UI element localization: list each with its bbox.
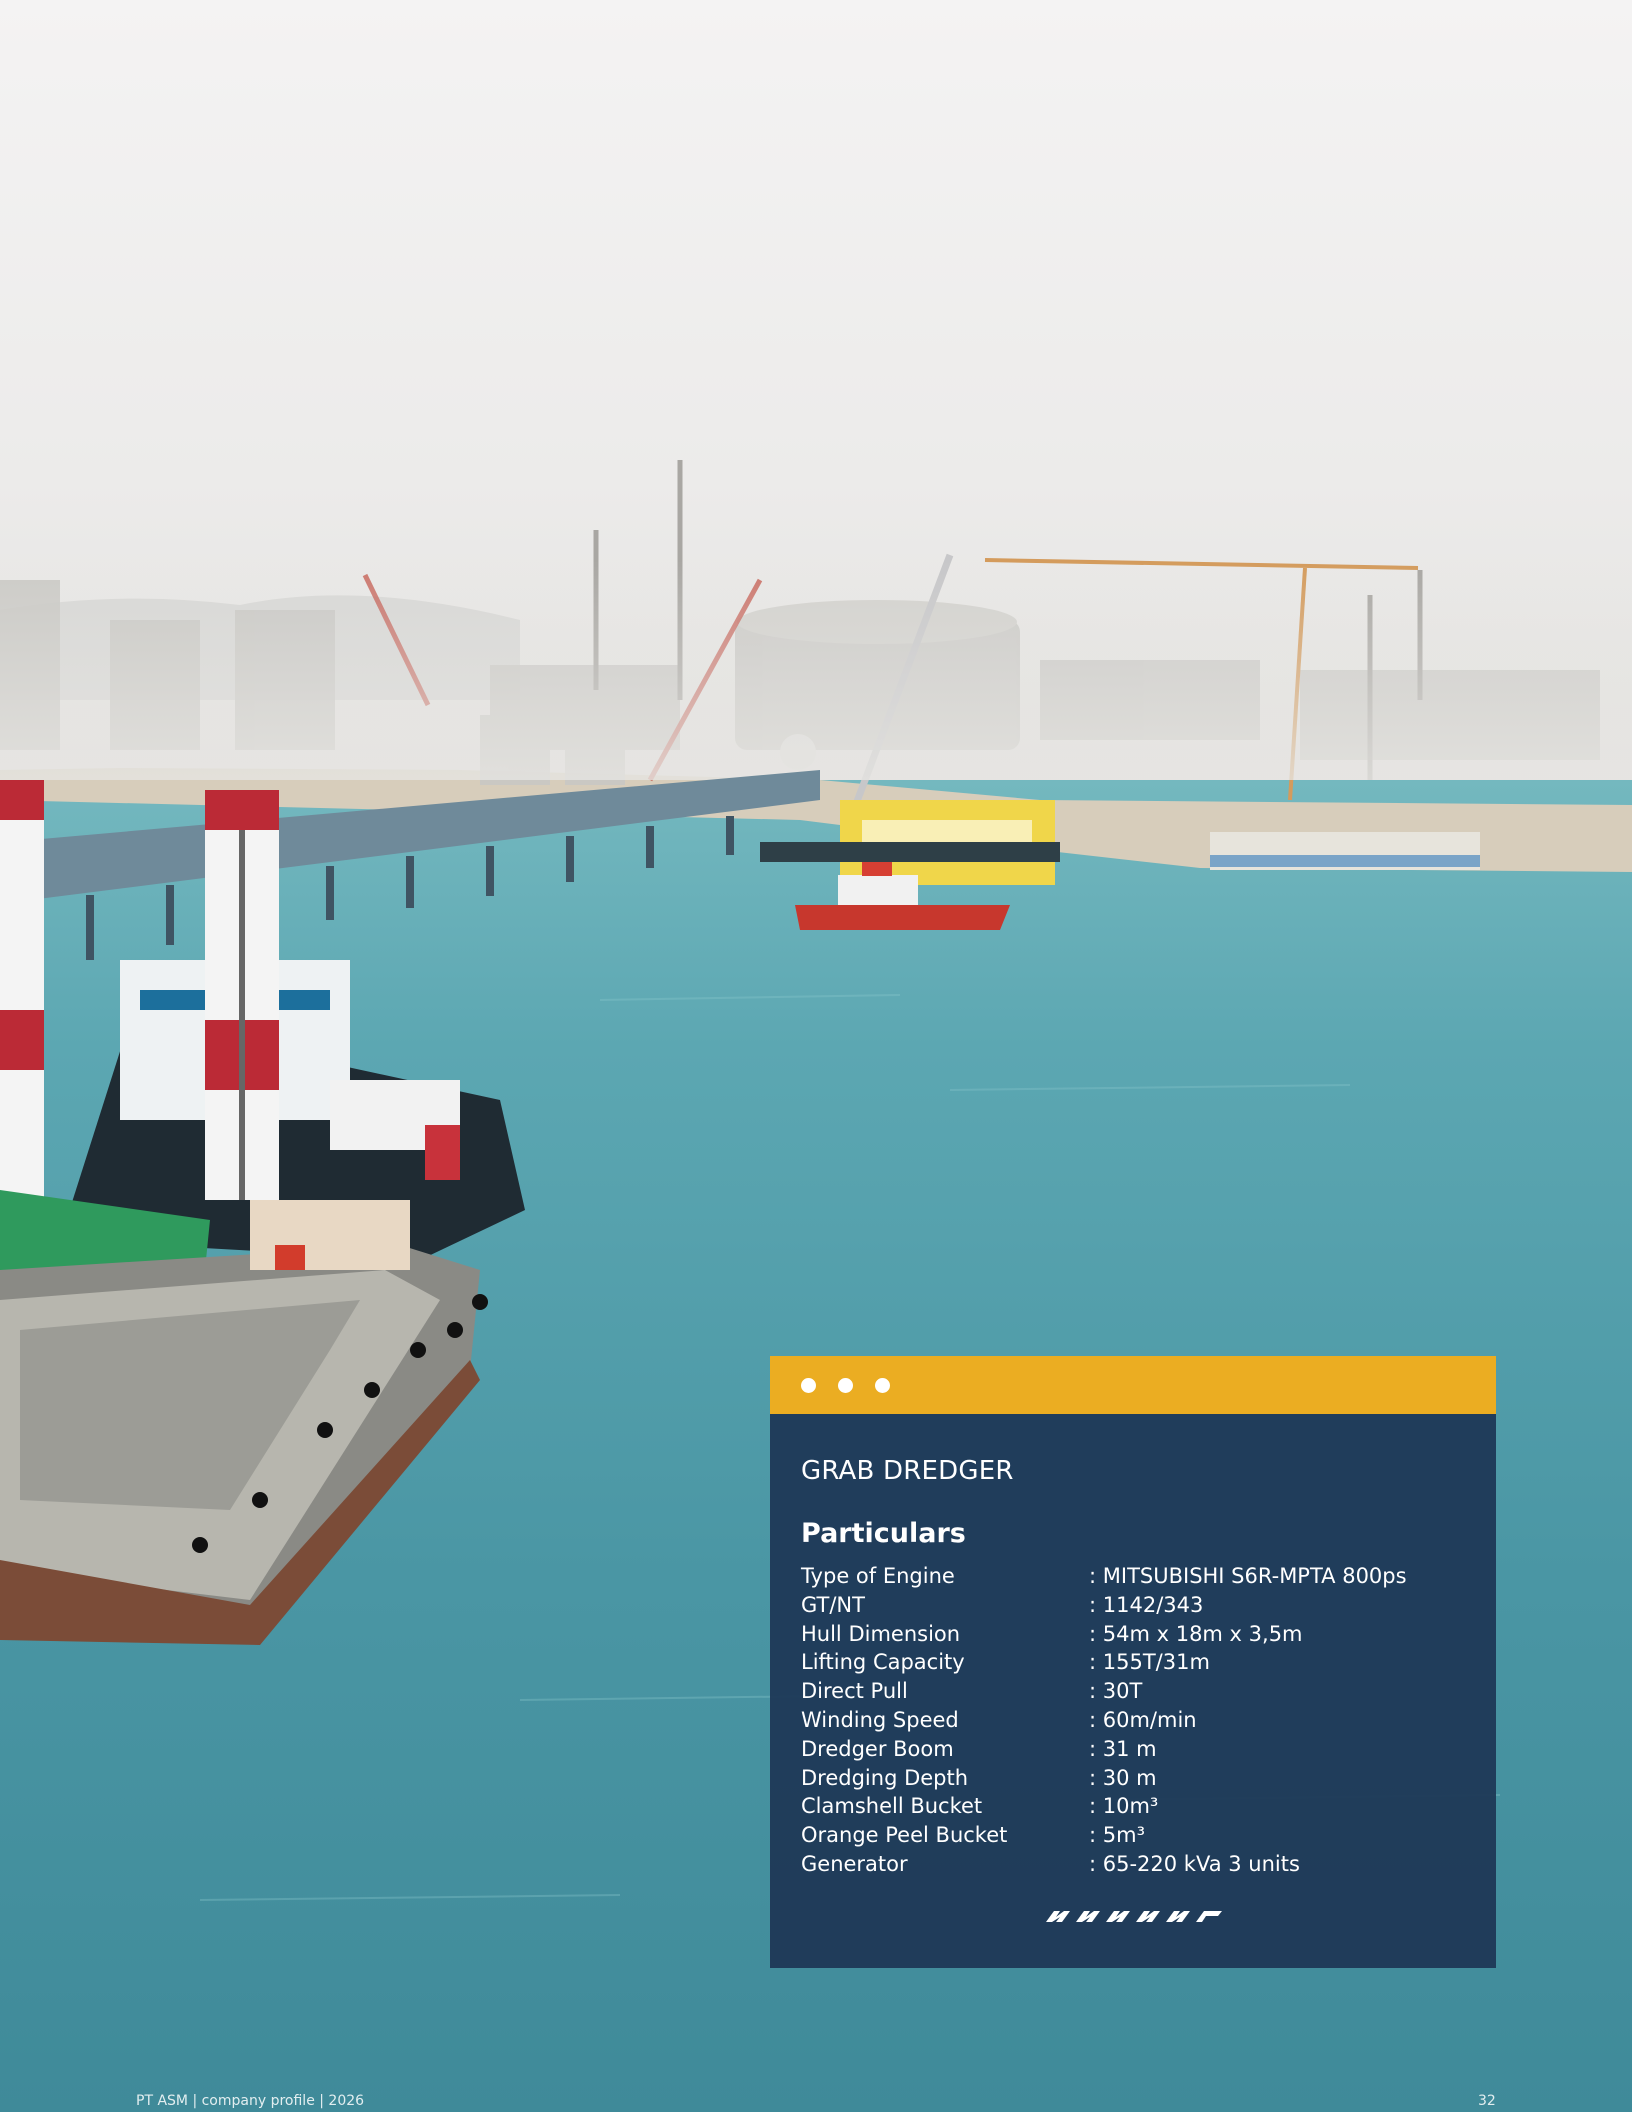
spec-label: Winding Speed (801, 1707, 959, 1732)
spec-row: Type of Engine : MITSUBISHI S6R-MPTA 800… (801, 1562, 1481, 1591)
card-header-bar (770, 1356, 1496, 1414)
spec-label: Lifting Capacity (801, 1650, 965, 1675)
spec-value: : 1142/343 (1089, 1592, 1204, 1617)
spec-value: : 30 m (1089, 1765, 1157, 1790)
spec-label: Orange Peel Bucket (801, 1823, 1008, 1848)
spec-row: Lifting Capacity : 155T/31m (801, 1648, 1481, 1677)
spec-label: Generator (801, 1851, 908, 1876)
spec-row: Clamshell Bucket : 10m³ (801, 1792, 1481, 1821)
spec-value: : 54m x 18m x 3,5m (1089, 1621, 1303, 1646)
spec-row: GT/NT : 1142/343 (801, 1591, 1481, 1620)
specs-list: Type of Engine : MITSUBISHI S6R-MPTA 800… (801, 1562, 1481, 1879)
spec-row: Dredging Depth : 30 m (801, 1764, 1481, 1793)
spec-label: Dredging Depth (801, 1765, 969, 1790)
spec-row: Direct Pull : 30T (801, 1677, 1481, 1706)
spec-value: : 65-220 kVa 3 units (1089, 1851, 1300, 1876)
spec-value: : 60m/min (1089, 1707, 1197, 1732)
page-number: 32 (1478, 2093, 1496, 2109)
spec-label: Clamshell Bucket (801, 1794, 983, 1819)
spec-row: Orange Peel Bucket : 5m³ (801, 1821, 1481, 1850)
spec-row: Winding Speed : 60m/min (801, 1706, 1481, 1735)
spec-value: : 10m³ (1089, 1794, 1159, 1819)
spec-label: Type of Engine (801, 1564, 955, 1588)
spec-row: Dredger Boom : 31 m (801, 1735, 1481, 1764)
spec-row: Hull Dimension : 54m x 18m x 3,5m (801, 1620, 1481, 1649)
spec-label: GT/NT (801, 1592, 865, 1617)
dot-icon (838, 1378, 853, 1393)
card-title: GRAB DREDGER (801, 1456, 1014, 1486)
spec-row: Generator : 65-220 kVa 3 units (801, 1850, 1481, 1879)
specs-card: GRAB DREDGER Particulars Type of Engine … (770, 1356, 1496, 1968)
spec-label: Hull Dimension (801, 1621, 961, 1646)
wave-logo-icon (1046, 1911, 1222, 1922)
spec-value: : 155T/31m (1089, 1650, 1210, 1675)
spec-value: : 31 m (1089, 1736, 1157, 1761)
spec-value: : 30T (1089, 1679, 1143, 1704)
footer-company-text: PT ASM | company profile | 2026 (136, 2093, 365, 2109)
card-subtitle: Particulars (801, 1518, 966, 1549)
spec-label: Direct Pull (801, 1679, 908, 1704)
spec-value: : MITSUBISHI S6R-MPTA 800ps (1089, 1564, 1407, 1588)
dot-icon (801, 1378, 816, 1393)
spec-label: Dredger Boom (801, 1736, 954, 1761)
dot-icon (875, 1378, 890, 1393)
spec-value: : 5m³ (1089, 1823, 1145, 1848)
